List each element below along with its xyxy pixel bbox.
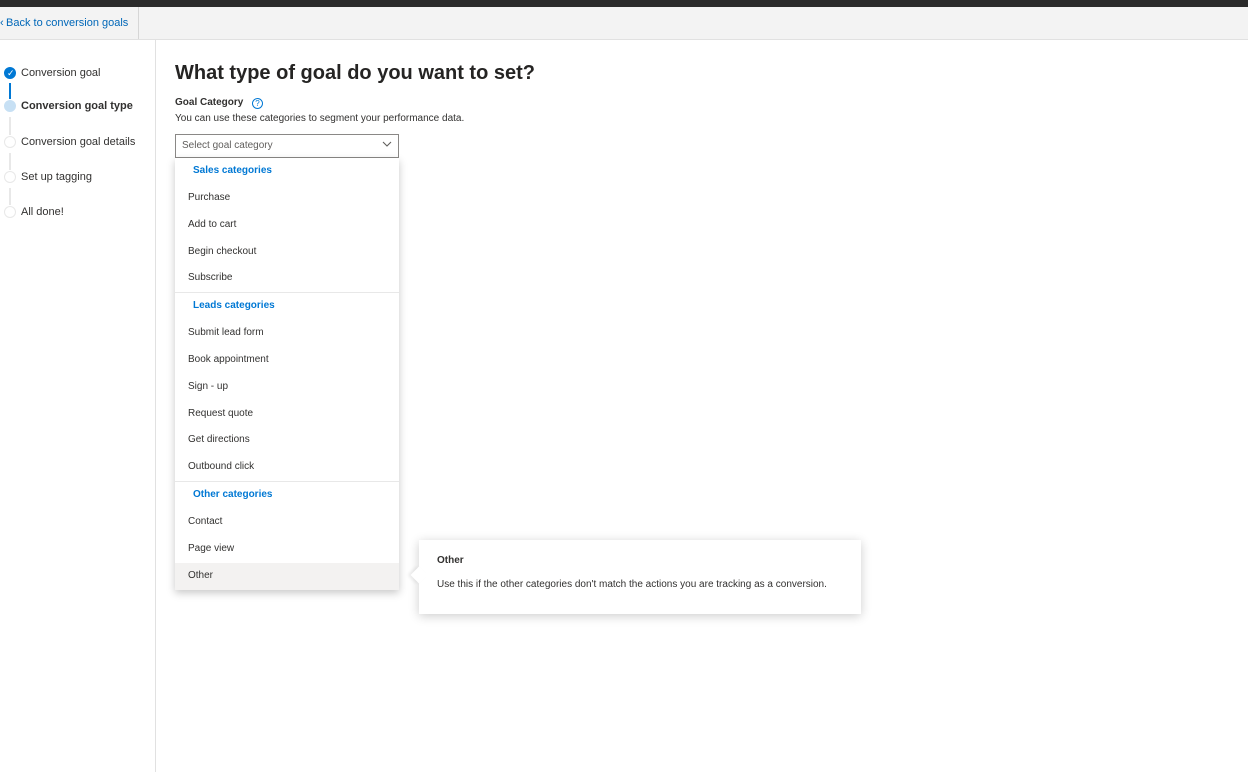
tooltip-beak	[410, 566, 428, 584]
option-subscribe[interactable]: Subscribe	[175, 265, 399, 292]
step-all-done[interactable]: All done!	[0, 206, 156, 218]
option-label: Get directions	[188, 434, 250, 445]
step-connector	[9, 117, 11, 135]
option-label: Sign - up	[188, 381, 229, 392]
step-sidebar: ✓ Conversion goal Conversion goal type C…	[0, 40, 156, 772]
goal-category-description: You can use these categories to segment …	[175, 113, 465, 124]
option-add-to-cart[interactable]: Add to cart	[175, 212, 399, 239]
step-connector	[9, 83, 11, 99]
group-header-leads: Leads categories	[193, 300, 275, 311]
step-conversion-goal[interactable]: ✓ Conversion goal	[0, 67, 156, 79]
step-status-dot: ✓	[4, 67, 16, 79]
option-label: Request quote	[188, 408, 254, 419]
goal-category-dropdown: Sales categories Purchase Add to cart Be…	[175, 158, 399, 590]
option-page-view[interactable]: Page view	[175, 536, 399, 563]
option-label: Other	[188, 570, 214, 581]
option-begin-checkout[interactable]: Begin checkout	[175, 239, 399, 266]
step-status-dot	[4, 100, 16, 112]
option-label: Add to cart	[188, 219, 237, 230]
option-outbound-click[interactable]: Outbound click	[175, 454, 399, 481]
header-bar: ‹ Back to conversion goals	[0, 7, 1248, 40]
option-label: Page view	[188, 543, 235, 554]
step-label: All done!	[21, 206, 64, 218]
window-top-strip	[0, 0, 1248, 7]
step-set-up-tagging[interactable]: Set up tagging	[0, 171, 156, 183]
step-status-dot	[4, 136, 16, 148]
step-label: Set up tagging	[21, 171, 92, 183]
step-label: Conversion goal type	[21, 100, 133, 112]
group-header-sales: Sales categories	[193, 165, 272, 176]
option-contact[interactable]: Contact	[175, 509, 399, 536]
option-label: Purchase	[188, 192, 231, 203]
group-divider	[175, 481, 399, 482]
step-connector	[9, 153, 11, 170]
checkmark-icon: ✓	[7, 68, 15, 78]
tooltip-body: Use this if the other categories don't m…	[437, 579, 827, 590]
select-placeholder: Select goal category	[182, 140, 273, 151]
option-label: Contact	[188, 516, 223, 527]
tooltip-title: Other	[437, 555, 464, 566]
option-label: Begin checkout	[188, 246, 257, 257]
group-divider	[175, 292, 399, 293]
option-label: Submit lead form	[188, 327, 264, 338]
help-circle-icon[interactable]: ?	[252, 98, 263, 109]
option-submit-lead-form[interactable]: Submit lead form	[175, 320, 399, 347]
goal-category-label: Goal Category	[175, 97, 244, 108]
option-tooltip: Other Use this if the other categories d…	[410, 540, 861, 614]
option-get-directions[interactable]: Get directions	[175, 427, 399, 454]
option-label: Book appointment	[188, 354, 269, 365]
option-request-quote[interactable]: Request quote	[175, 401, 399, 428]
step-label: Conversion goal	[21, 67, 101, 79]
page-title: What type of goal do you want to set?	[175, 62, 535, 84]
step-label: Conversion goal details	[21, 136, 136, 148]
step-conversion-goal-details[interactable]: Conversion goal details	[0, 136, 156, 148]
option-label: Subscribe	[188, 272, 233, 283]
back-link-label: Back to conversion goals	[6, 17, 129, 29]
chevron-down-icon	[382, 141, 392, 147]
step-status-dot	[4, 171, 16, 183]
back-to-conversion-goals-link[interactable]: ‹ Back to conversion goals	[0, 7, 140, 39]
option-sign-up[interactable]: Sign - up	[175, 374, 399, 401]
option-book-appointment[interactable]: Book appointment	[175, 347, 399, 374]
back-arrow-icon: ‹	[0, 17, 4, 29]
option-label: Outbound click	[188, 461, 255, 472]
option-purchase[interactable]: Purchase	[175, 185, 399, 212]
group-header-other: Other categories	[193, 489, 273, 500]
step-status-dot	[4, 206, 16, 218]
step-conversion-goal-type[interactable]: Conversion goal type	[0, 100, 156, 112]
option-other[interactable]: Other	[175, 563, 399, 590]
goal-category-select[interactable]: Select goal category	[175, 134, 399, 158]
step-connector	[9, 188, 11, 205]
